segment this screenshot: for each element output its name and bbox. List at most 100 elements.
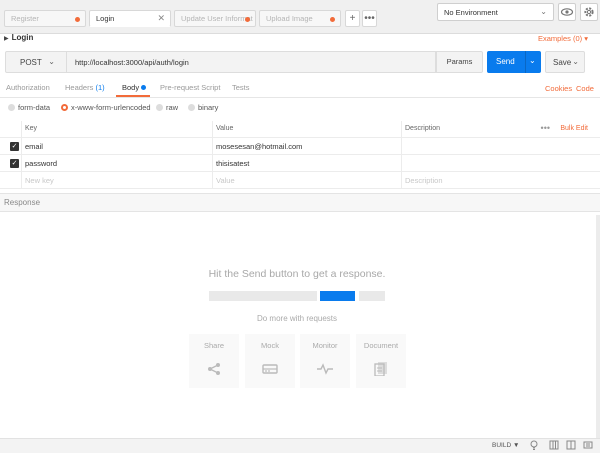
table-row: ✓ password thisisatest (0, 155, 600, 172)
code-link[interactable]: Code (576, 84, 594, 93)
tab-label: Register (11, 14, 39, 23)
more-icon: ••• (364, 13, 375, 24)
send-button[interactable]: Send ⌄ (487, 51, 541, 73)
keyboard-shortcuts-icon[interactable] (583, 440, 593, 450)
layout-columns-icon[interactable] (549, 440, 559, 450)
params-button[interactable]: Params (436, 51, 483, 73)
new-tab-button[interactable]: + (345, 10, 360, 27)
manage-environments-button[interactable] (580, 3, 598, 21)
chevron-down-icon[interactable]: ⌄ (572, 57, 579, 66)
description-cell[interactable] (401, 138, 600, 155)
radio-label: raw (166, 103, 179, 112)
card-label: Mock (261, 341, 279, 350)
radio-label: form-data (18, 103, 51, 112)
column-header-description-label: Description (405, 125, 441, 132)
radio-binary[interactable]: binary (188, 103, 218, 112)
column-header-description: Description ••• Bulk Edit (401, 121, 600, 138)
tab-upload-image[interactable]: Upload Image (259, 10, 341, 27)
method-select[interactable]: POST ⌄ (5, 51, 67, 73)
radio-circle (188, 104, 195, 111)
mock-server-icon (262, 364, 278, 374)
row-checkbox[interactable]: ✓ (10, 159, 19, 168)
radio-circle (61, 104, 68, 111)
do-more-heading: Do more with requests (256, 314, 338, 323)
close-icon[interactable]: ✕ (157, 13, 165, 24)
tab-prerequest-script[interactable]: Pre-request Script (160, 83, 220, 92)
plus-icon: + (349, 13, 356, 24)
tab-authorization[interactable]: Authorization (6, 83, 50, 92)
radio-circle (156, 104, 163, 111)
document-card[interactable]: Document (356, 334, 406, 388)
share-icon (208, 363, 220, 375)
url-input[interactable]: http://localhost:3000/api/auth/login (67, 51, 436, 73)
card-label: Monitor (312, 341, 338, 350)
params-label: Params (446, 57, 473, 66)
tab-register[interactable]: Register (4, 10, 86, 27)
caret-right-icon: ▶ (4, 36, 9, 42)
radio-label: binary (198, 103, 219, 112)
tab-headers[interactable]: Headers (1) (65, 83, 105, 92)
tab-login[interactable]: Login ✕ (89, 10, 171, 27)
placeholder-bar (209, 291, 317, 301)
tab-label: Upload Image (266, 14, 313, 23)
card-label: Share (203, 341, 224, 350)
send-label: Send (496, 57, 515, 66)
unsaved-dot-icon (245, 17, 250, 22)
value-cell[interactable]: thisisatest (212, 155, 401, 172)
lightbulb-icon[interactable] (529, 440, 539, 450)
placeholder-bar-accent (320, 291, 355, 301)
description-cell[interactable] (401, 155, 600, 172)
response-scrollbar[interactable] (596, 215, 600, 440)
new-key-input[interactable]: New key (21, 172, 212, 189)
headers-count: (1) (95, 83, 105, 92)
tab-tests[interactable]: Tests (232, 83, 250, 92)
tab-body[interactable]: Body (122, 83, 147, 92)
environment-select-value: No Environment (444, 8, 498, 17)
chevron-down-icon[interactable]: ⌄ (529, 56, 536, 65)
tabs-divider (0, 97, 600, 98)
radio-form-data[interactable]: form-data (8, 103, 50, 112)
method-value: POST (20, 58, 42, 67)
environment-quick-look-button[interactable] (558, 3, 576, 21)
save-label: Save (553, 58, 572, 67)
request-name: Login (11, 33, 34, 42)
placeholder-bar (359, 291, 385, 301)
share-card[interactable]: Share (189, 334, 239, 388)
key-cell[interactable]: password (21, 155, 212, 172)
request-title[interactable]: ▶ Login (4, 33, 33, 42)
tab-update-user[interactable]: Update User Informat (174, 10, 256, 27)
tab-body-label: Body (122, 83, 140, 92)
build-toggle[interactable]: BUILD ▼ (492, 442, 519, 449)
two-pane-icon[interactable] (566, 440, 576, 450)
table-header-row: Key Value Description ••• Bulk Edit (0, 121, 600, 138)
examples-dropdown[interactable]: Examples (0) ▾ (538, 34, 588, 43)
response-body (0, 212, 600, 438)
card-label: Document (363, 341, 399, 350)
new-description-input[interactable]: Description (401, 172, 600, 189)
empty-response-hint: Hit the Send button to get a response. (208, 268, 386, 280)
tab-label: Login (96, 14, 115, 23)
new-row: New key Value Description (0, 172, 600, 189)
monitor-card[interactable]: Monitor (300, 334, 350, 388)
radio-label: x-www-form-urlencoded (71, 103, 151, 112)
save-button[interactable]: Save ⌄ (545, 51, 585, 73)
more-icon[interactable]: ••• (541, 123, 550, 133)
row-check-cell: ✓ (0, 155, 21, 172)
gear-icon (584, 7, 594, 17)
key-cell[interactable]: email (21, 138, 212, 155)
environment-select[interactable]: No Environment ⌄ (437, 3, 554, 21)
new-value-input[interactable]: Value (212, 172, 401, 189)
radio-x-www-form-urlencoded[interactable]: x-www-form-urlencoded (61, 103, 151, 112)
key-value-table: Key Value Description ••• Bulk Edit ✓ em… (0, 121, 600, 189)
tab-options-button[interactable]: ••• (362, 10, 377, 27)
row-check-cell (0, 172, 21, 189)
row-checkbox[interactable]: ✓ (10, 142, 19, 151)
response-title: Response (4, 198, 41, 207)
radio-raw[interactable]: raw (156, 103, 178, 112)
bulk-edit-link[interactable]: Bulk Edit (560, 125, 588, 132)
radio-circle (8, 104, 15, 111)
cookies-link[interactable]: Cookies (545, 84, 572, 93)
unsaved-dot-icon (330, 17, 335, 22)
value-cell[interactable]: mosesesan@hotmail.com (212, 138, 401, 155)
mock-card[interactable]: Mock (245, 334, 295, 388)
